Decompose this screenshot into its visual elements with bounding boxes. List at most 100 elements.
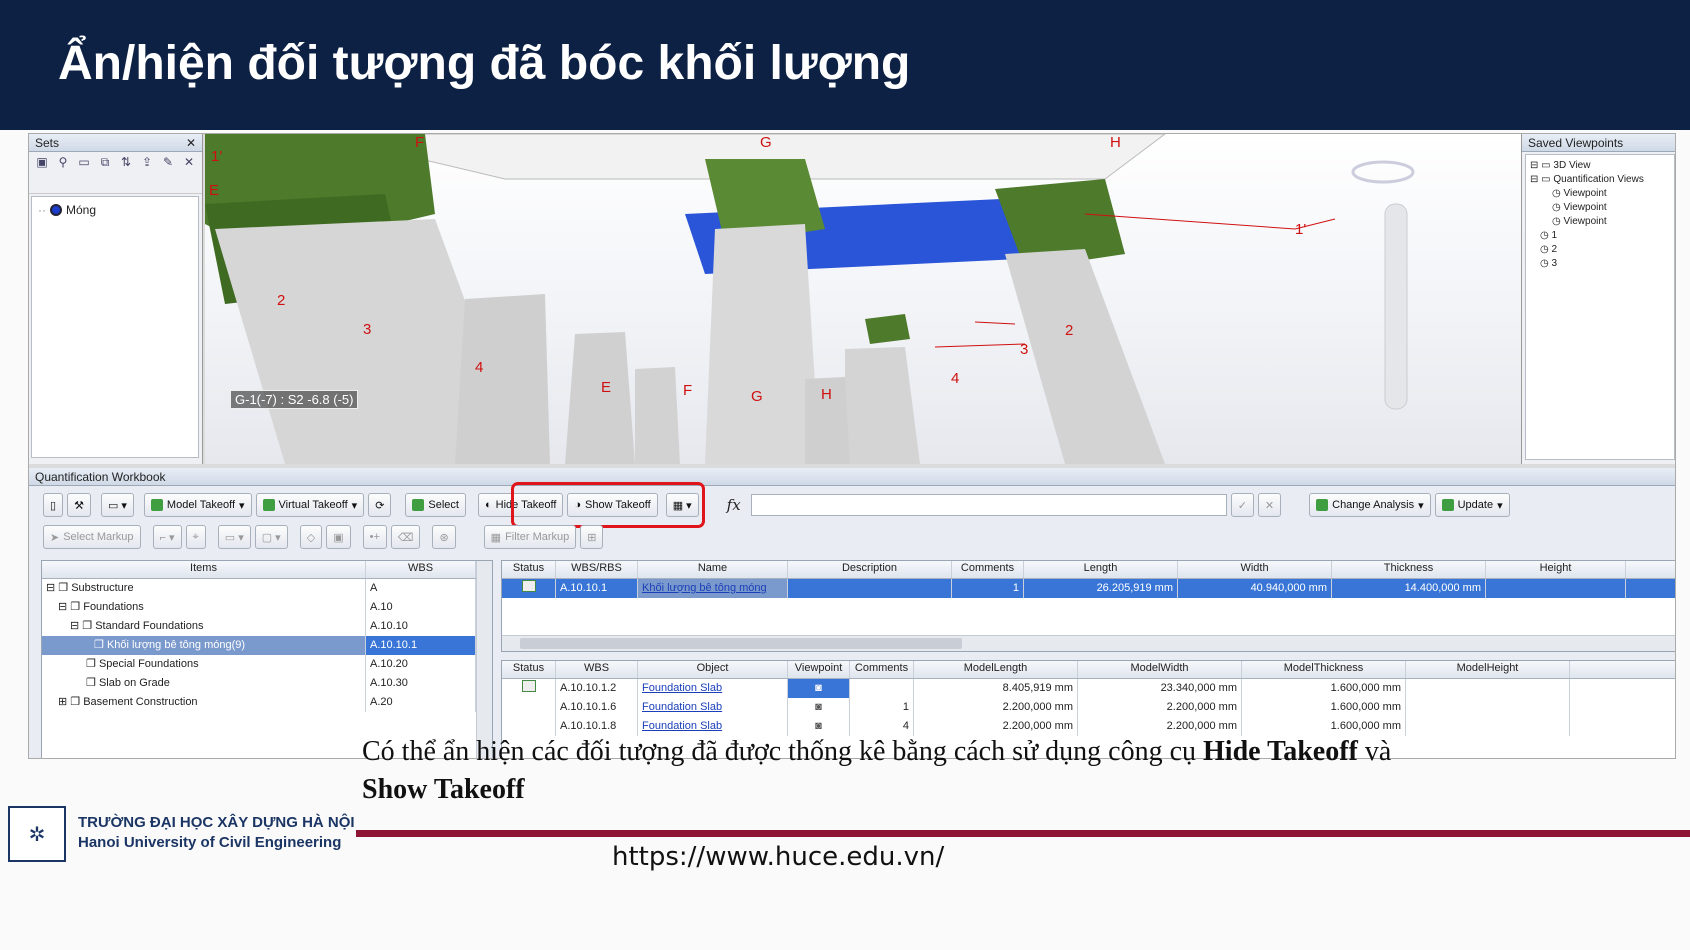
collapse-icon[interactable]: ⊟ [46,582,55,594]
column-header[interactable]: ModelWidth [1078,661,1242,678]
viewpoint-item[interactable]: ◷ Viewpoint [1530,187,1670,201]
table-row[interactable]: ⊟ ❐ Substructure A [42,579,492,598]
viewpoint-item[interactable]: ⊟ ▭ 3D View [1530,159,1670,173]
select-button[interactable]: Select [405,493,466,517]
takeoff-icon [150,499,163,511]
column-header[interactable]: Width [1178,561,1332,578]
scrollbar-thumb[interactable] [520,638,962,649]
column-header[interactable]: Description [788,561,952,578]
column-header[interactable]: Name [638,561,788,578]
items-view-button[interactable]: ▯ [43,493,64,517]
duplicate-icon[interactable]: ⧉ [96,154,114,170]
axis-label: 1' [211,148,223,165]
save-search-icon[interactable]: ⚲ [54,154,72,170]
count-tool-button[interactable]: •+ [362,525,387,549]
column-header[interactable]: Comments [952,561,1024,578]
selection-set-icon [50,204,62,216]
item-name-link[interactable]: Khối lượng bê tông móng [642,582,767,594]
close-icon[interactable]: ✕ [186,136,196,150]
accept-formula-button[interactable]: ✓ [1230,493,1254,517]
table-row[interactable]: ⊟ ❐ Standard Foundations A.10.10 [42,617,492,636]
sets-tree-item[interactable]: ·· Móng [38,203,192,217]
column-header[interactable]: ModelLength [914,661,1078,678]
camera-icon[interactable]: ◙ [788,679,850,698]
viewpoint-item[interactable]: ◷ Viewpoint [1530,215,1670,229]
update-button[interactable]: Update ▾ [1434,493,1510,517]
table-row-selected[interactable]: ❐ Khối lượng bê tông móng(9) A.10.10.1 [42,636,492,655]
column-header[interactable]: Viewpoint [788,661,850,678]
table-row-selected[interactable]: A.10.10.1 Khối lượng bê tông móng 1 26.2… [502,579,1675,598]
erase-tool-button[interactable]: ⌫ [390,525,421,549]
horizontal-scrollbar[interactable] [502,635,1675,651]
resources-view-button[interactable]: ⚒ [67,493,91,517]
viewpoint-item[interactable]: ◷ Viewpoint [1530,201,1670,215]
table-row[interactable]: ❐ Slab on Grade A.10.30 [42,674,492,693]
column-header[interactable]: Height [1486,561,1626,578]
object-link[interactable]: Foundation Slab [642,701,722,713]
table-row[interactable]: ⊞ ❐ Basement Construction A.20 [42,693,492,712]
cancel-formula-button[interactable]: ✕ [1257,493,1282,517]
viewpoint-item[interactable]: ⊟ ▭ Quantification Views [1530,173,1670,187]
collapse-icon[interactable]: ⊟ [70,620,79,632]
save-selection-icon[interactable]: ▣ [33,154,51,170]
footer-url[interactable]: https://www.huce.edu.vn/ [612,842,944,872]
sets-panel: Sets ✕ ▣ ⚲ ▭ ⧉ ⇅ ⇪ ✎ ✕ ·· Móng [29,134,203,464]
items-grid: Items WBS ⊟ ❐ Substructure A ⊟ ❐ Foundati… [41,560,493,758]
camera-icon[interactable]: ◙ [788,698,850,717]
3d-viewport[interactable]: 1' F G H E 2 3 4 E F G H 1' 2 3 4 G-1(-7… [205,134,1543,464]
rect-tool-button[interactable]: ▢ ▾ [254,525,288,549]
box-area-button[interactable]: ▣ [326,525,351,549]
column-header[interactable]: Items [42,561,366,578]
column-header[interactable]: ModelThickness [1242,661,1406,678]
column-header[interactable]: Status [502,561,556,578]
model-takeoff-button[interactable]: Model Takeoff ▾ [143,493,252,517]
column-header[interactable]: Comments [850,661,914,678]
import-export-icon[interactable]: ⇪ [138,154,156,170]
filter-markup-button[interactable]: ▦ Filter Markup [483,525,577,549]
column-header[interactable]: WBS [556,661,638,678]
vertical-scrollbar[interactable] [476,561,492,758]
viewpoint-item[interactable]: ◷ 2 [1530,243,1670,257]
sort-icon[interactable]: ⇅ [117,154,135,170]
expand-icon[interactable]: ⊞ [58,696,67,708]
column-header[interactable]: Thickness [1332,561,1486,578]
layout-dropdown[interactable]: ▭ ▾ [100,493,134,517]
table-row[interactable]: ⊟ ❐ Foundations A.10 [42,598,492,617]
bucket-fill-button[interactable]: ◇ [299,525,323,549]
column-header[interactable]: Object [638,661,788,678]
navisworks-screenshot: Sets ✕ ▣ ⚲ ▭ ⧉ ⇅ ⇪ ✎ ✕ ·· Móng 1' F G H … [28,133,1676,759]
axis-label: 2 [1065,322,1074,339]
formula-input[interactable] [750,494,1227,516]
column-header[interactable]: WBS/RBS [556,561,638,578]
table-row[interactable]: ❐ Special Foundations A.10.20 [42,655,492,674]
virtual-takeoff-button[interactable]: Virtual Takeoff ▾ [255,493,365,517]
folder-icon: ▭ [1541,160,1551,171]
new-folder-icon[interactable]: ▭ [75,154,93,170]
sets-panel-title: Sets ✕ [29,134,202,152]
add-comment-icon[interactable]: ✎ [159,154,177,170]
axis-label: F [683,382,693,399]
object-link[interactable]: Foundation Slab [642,682,722,694]
select-markup-button[interactable]: ➤ Select Markup [43,525,141,549]
table-row[interactable]: A.10.10.1.2 Foundation Slab ◙ 8.405,919 … [502,679,1675,698]
column-header[interactable]: WBS [366,561,476,578]
viewpoint-item[interactable]: ◷ 1 [1530,229,1670,243]
vertex-tool-button[interactable]: ⌖ [185,525,206,549]
change-analysis-button[interactable]: Change Analysis ▾ [1309,493,1431,517]
axis-label: 4 [951,370,960,387]
snap-button[interactable]: ⊛ [432,525,456,549]
viewpoint-item[interactable]: ◷ 3 [1530,257,1670,271]
column-header[interactable]: Length [1024,561,1178,578]
column-header[interactable]: ModelHeight [1406,661,1570,678]
object-link[interactable]: Foundation Slab [642,720,722,732]
delete-icon[interactable]: ✕ [180,154,198,170]
collapse-icon[interactable]: ⊟ [58,601,67,613]
markup-settings-button[interactable]: ⊞ [580,525,604,549]
table-row[interactable]: A.10.10.1.6 Foundation Slab ◙ 1 2.200,00… [502,698,1675,717]
column-header[interactable]: Status [502,661,556,678]
camera-icon: ◷ [1540,230,1549,241]
refresh-button[interactable]: ⟳ [368,493,392,517]
area-tool-button[interactable]: ▭ ▾ [217,525,251,549]
polyline-tool-button[interactable]: ⌐ ▾ [152,525,182,549]
folder-icon: ❐ [58,582,69,594]
